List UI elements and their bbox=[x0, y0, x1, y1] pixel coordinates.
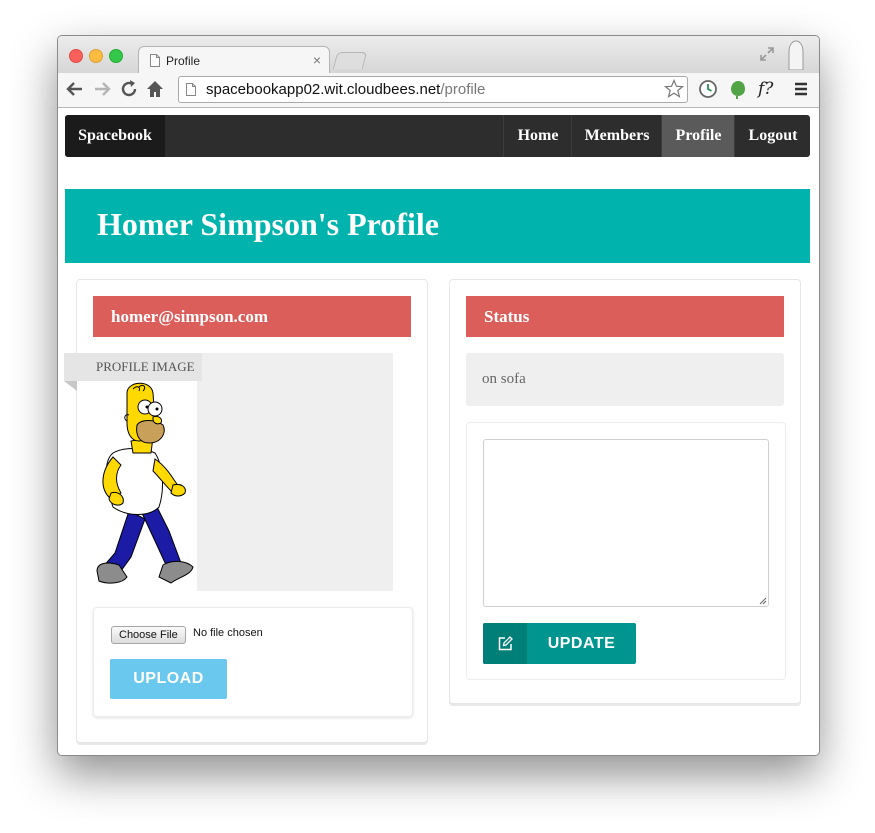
status-card: Status on sofa UPDATE bbox=[449, 279, 801, 704]
edit-icon-box bbox=[483, 623, 527, 664]
status-form: UPDATE bbox=[466, 422, 786, 680]
edit-icon bbox=[498, 636, 513, 651]
document-icon bbox=[150, 54, 160, 67]
current-status-text: on sofa bbox=[482, 371, 526, 387]
reload-icon[interactable] bbox=[118, 78, 140, 100]
evernote-extension-icon[interactable] bbox=[728, 79, 748, 99]
user-profile-icon[interactable] bbox=[785, 40, 807, 70]
status-textarea[interactable] bbox=[483, 439, 769, 607]
status-header: Status bbox=[466, 296, 784, 337]
browser-titlebar: Profile × bbox=[58, 36, 819, 75]
update-button-label: UPDATE bbox=[547, 635, 616, 652]
bookmark-star-icon[interactable] bbox=[664, 79, 684, 99]
nav-logout[interactable]: Logout bbox=[734, 115, 810, 157]
page-icon bbox=[186, 83, 196, 96]
menu-icon[interactable] bbox=[791, 79, 811, 99]
update-button[interactable]: UPDATE bbox=[483, 623, 636, 664]
url-path: /profile bbox=[440, 81, 486, 98]
nav-members[interactable]: Members bbox=[571, 115, 662, 157]
choose-file-button[interactable]: Choose File bbox=[111, 626, 186, 644]
upload-form: Choose File No file chosen UPLOAD bbox=[93, 607, 413, 717]
file-status-text: No file chosen bbox=[193, 627, 263, 639]
email-header: homer@simpson.com bbox=[93, 296, 411, 337]
fx-extension-icon[interactable]: f? bbox=[758, 79, 780, 99]
resize-grip-icon[interactable] bbox=[759, 597, 767, 605]
page-content: Spacebook Home Members Profile Logout Ho… bbox=[58, 108, 819, 755]
profile-card: homer@simpson.com PROFILE IMAGE Choose F… bbox=[64, 279, 428, 743]
url-host: spacebookapp02.wit.cloudbees.net bbox=[206, 81, 441, 98]
home-icon[interactable] bbox=[144, 78, 166, 100]
profile-banner: Homer Simpson's Profile bbox=[65, 189, 810, 263]
label-fold bbox=[64, 381, 77, 391]
browser-window: Profile × spacebookapp02.wit.cloudbees.n… bbox=[57, 35, 820, 756]
upload-button[interactable]: UPLOAD bbox=[110, 659, 227, 699]
minimize-window-button[interactable] bbox=[89, 49, 103, 63]
forward-arrow-icon[interactable] bbox=[91, 78, 113, 100]
zoom-window-button[interactable] bbox=[109, 49, 123, 63]
profile-image-label: PROFILE IMAGE bbox=[64, 353, 202, 381]
nav-home[interactable]: Home bbox=[503, 115, 572, 157]
fullscreen-icon[interactable] bbox=[759, 46, 775, 62]
profile-image-label-text: PROFILE IMAGE bbox=[96, 359, 195, 374]
tab-title: Profile bbox=[166, 54, 201, 68]
profile-image bbox=[93, 381, 197, 591]
browser-toolbar: spacebookapp02.wit.cloudbees.net/profile… bbox=[58, 73, 819, 108]
status-header-text: Status bbox=[484, 307, 530, 326]
new-tab-button[interactable] bbox=[332, 52, 368, 69]
close-window-button[interactable] bbox=[69, 49, 83, 63]
homer-avatar-image bbox=[96, 382, 194, 584]
address-bar[interactable]: spacebookapp02.wit.cloudbees.net/profile bbox=[178, 76, 688, 103]
email-text: homer@simpson.com bbox=[111, 307, 269, 326]
url-text: spacebookapp02.wit.cloudbees.net/profile bbox=[206, 77, 485, 102]
back-arrow-icon[interactable] bbox=[64, 78, 86, 100]
page-title: Homer Simpson's Profile bbox=[97, 206, 439, 242]
browser-tab-profile[interactable]: Profile × bbox=[138, 46, 330, 75]
clock-extension-icon[interactable] bbox=[698, 79, 718, 99]
brand-link[interactable]: Spacebook bbox=[65, 115, 165, 157]
site-navbar: Spacebook Home Members Profile Logout bbox=[65, 115, 810, 157]
current-status: on sofa bbox=[466, 353, 784, 406]
nav-profile[interactable]: Profile bbox=[661, 115, 735, 157]
tab-close-icon[interactable]: × bbox=[313, 52, 321, 68]
